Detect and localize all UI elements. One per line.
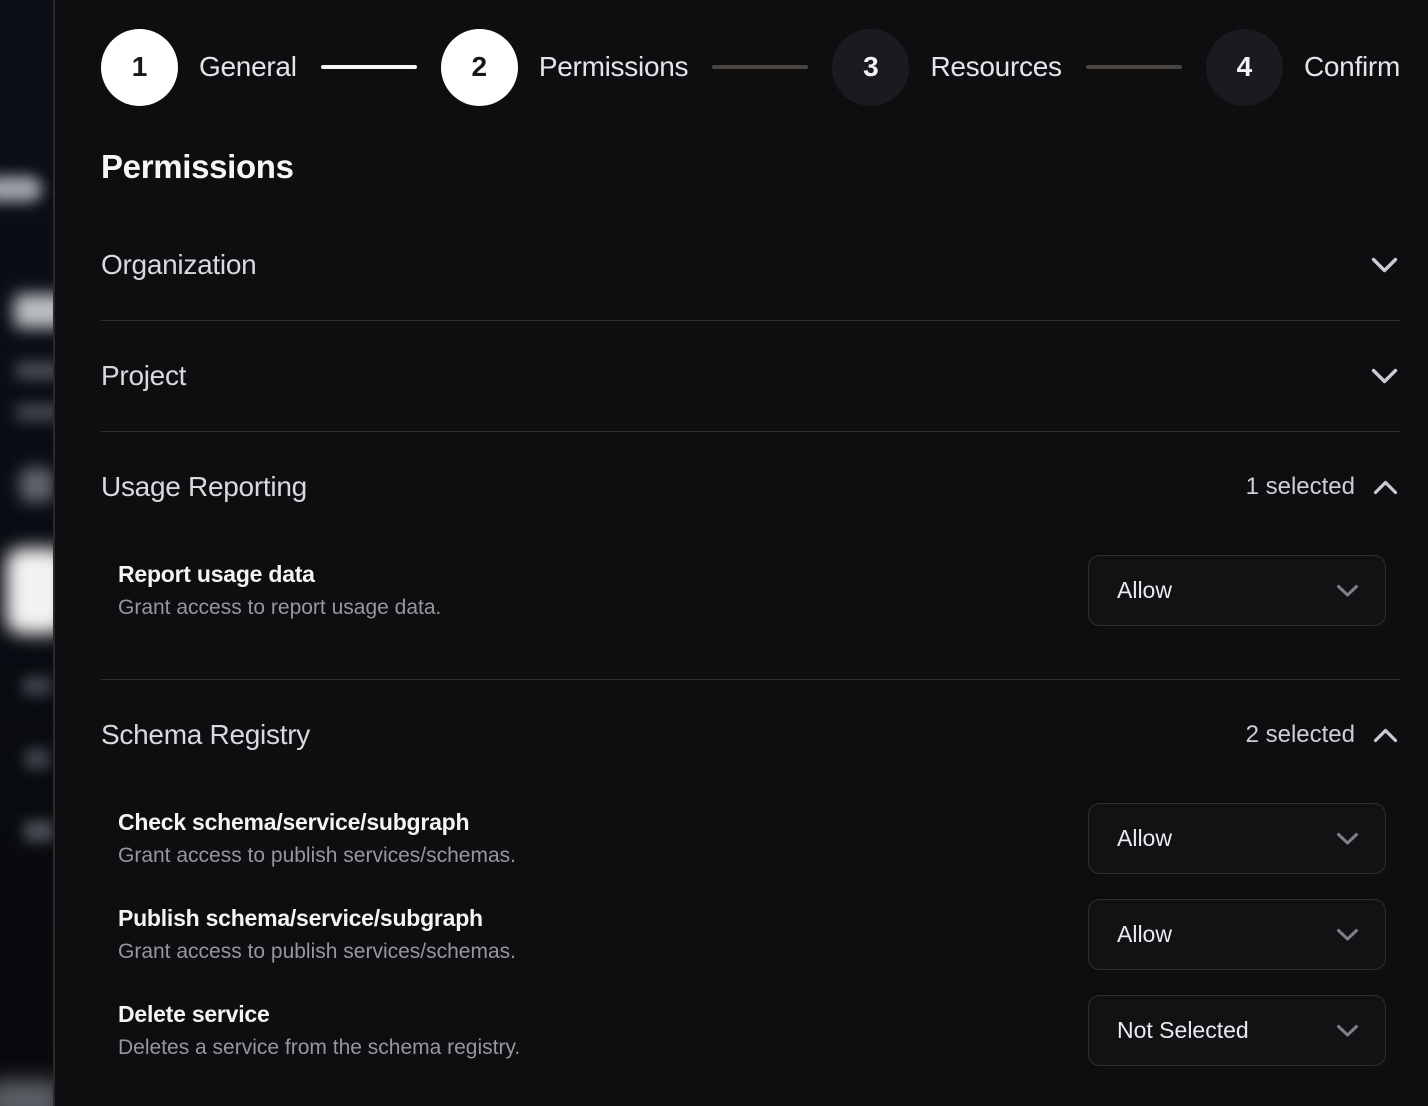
chevron-down-icon	[1371, 257, 1398, 274]
permission-rows: Report usage data Grant access to report…	[101, 503, 1400, 679]
permission-level-select[interactable]: Allow	[1088, 803, 1386, 874]
chevron-down-icon	[1336, 832, 1359, 846]
permission-level-select[interactable]: Not Selected	[1088, 995, 1386, 1066]
step-confirm[interactable]: 4 Confirm	[1206, 29, 1400, 106]
step-permissions[interactable]: 2 Permissions	[441, 29, 688, 106]
permission-text: Report usage data Grant access to report…	[118, 561, 441, 620]
permission-description: Grant access to publish services/schemas…	[118, 940, 516, 964]
chevron-down-icon	[1336, 928, 1359, 942]
blurred-heading	[14, 294, 53, 328]
step-permissions-badge: 2	[441, 29, 518, 106]
step-number: 4	[1237, 51, 1253, 83]
permission-description: Grant access to publish services/schemas…	[118, 844, 516, 868]
blurred-nav-item	[0, 176, 42, 202]
permission-row-check-schema: Check schema/service/subgraph Grant acce…	[118, 803, 1386, 874]
blurred-text-line	[16, 404, 53, 421]
section-header-right: 2 selected	[1246, 721, 1398, 749]
permission-text: Publish schema/service/subgraph Grant ac…	[118, 905, 516, 964]
chevron-down-icon	[1336, 584, 1359, 598]
blurred-button	[6, 548, 53, 634]
permission-title: Delete service	[118, 1001, 520, 1028]
selected-count-badge: 2 selected	[1246, 721, 1355, 749]
permission-row-publish-schema: Publish schema/service/subgraph Grant ac…	[118, 899, 1386, 970]
step-connector-todo	[712, 65, 808, 69]
selected-option: Not Selected	[1117, 1017, 1249, 1044]
permission-level-select[interactable]: Allow	[1088, 899, 1386, 970]
permission-rows: Check schema/service/subgraph Grant acce…	[101, 751, 1400, 1106]
permission-title: Check schema/service/subgraph	[118, 809, 516, 836]
permission-description: Grant access to report usage data.	[118, 596, 441, 620]
step-resources-badge: 3	[832, 29, 909, 106]
step-number: 1	[132, 51, 148, 83]
section-schema-registry: Schema Registry 2 selected Check schema/…	[101, 680, 1400, 1106]
step-general-badge: 1	[101, 29, 178, 106]
blurred-icon	[20, 468, 53, 502]
section-organization: Organization	[101, 210, 1400, 321]
section-title: Organization	[101, 249, 256, 281]
blurred-text-line	[24, 748, 50, 770]
section-title: Project	[101, 360, 186, 392]
section-schema-registry-header[interactable]: Schema Registry 2 selected	[101, 680, 1400, 751]
step-number: 2	[472, 51, 488, 83]
step-confirm-badge: 4	[1206, 29, 1283, 106]
step-general[interactable]: 1 General	[101, 29, 297, 106]
background-sidebar	[0, 0, 53, 1106]
section-project-header[interactable]: Project	[101, 321, 1400, 431]
section-organization-header[interactable]: Organization	[101, 210, 1400, 320]
step-general-label: General	[199, 51, 297, 83]
blurred-text-line	[24, 820, 53, 842]
permission-text: Check schema/service/subgraph Grant acce…	[118, 809, 516, 868]
app-root: 1 General 2 Permissions 3 Resources	[0, 0, 1428, 1106]
selected-option: Allow	[1117, 577, 1172, 604]
permission-level-select[interactable]: Allow	[1088, 555, 1386, 626]
step-connector-done	[321, 65, 417, 69]
chevron-up-icon	[1373, 728, 1398, 743]
step-resources-label: Resources	[930, 51, 1061, 83]
create-token-modal: 1 General 2 Permissions 3 Resources	[53, 0, 1428, 1106]
step-resources[interactable]: 3 Resources	[832, 29, 1061, 106]
blurred-text-line	[22, 676, 52, 696]
blurred-text-line	[0, 1080, 53, 1106]
section-project: Project	[101, 321, 1400, 432]
permission-description: Deletes a service from the schema regist…	[118, 1036, 520, 1060]
permission-title: Report usage data	[118, 561, 441, 588]
blurred-text-line	[16, 362, 53, 379]
chevron-up-icon	[1373, 480, 1398, 495]
step-permissions-label: Permissions	[539, 51, 688, 83]
step-connector-todo	[1086, 65, 1182, 69]
permission-sections: Organization Project Usage Rep	[101, 210, 1400, 1106]
selected-count-badge: 1 selected	[1246, 473, 1355, 501]
selected-option: Allow	[1117, 921, 1172, 948]
wizard-stepper: 1 General 2 Permissions 3 Resources	[101, 28, 1400, 106]
section-usage-reporting-header[interactable]: Usage Reporting 1 selected	[101, 432, 1400, 503]
permission-title: Publish schema/service/subgraph	[118, 905, 516, 932]
step-confirm-label: Confirm	[1304, 51, 1400, 83]
page-title: Permissions	[101, 148, 1400, 186]
section-title: Schema Registry	[101, 719, 310, 751]
section-title: Usage Reporting	[101, 471, 307, 503]
section-header-right: 1 selected	[1246, 473, 1398, 501]
permission-row-report-usage-data: Report usage data Grant access to report…	[118, 555, 1386, 626]
selected-option: Allow	[1117, 825, 1172, 852]
step-number: 3	[863, 51, 879, 83]
permission-row-delete-service: Delete service Deletes a service from th…	[118, 995, 1386, 1066]
chevron-down-icon	[1371, 368, 1398, 385]
permission-text: Delete service Deletes a service from th…	[118, 1001, 520, 1060]
chevron-down-icon	[1336, 1024, 1359, 1038]
section-usage-reporting: Usage Reporting 1 selected Report usage …	[101, 432, 1400, 680]
